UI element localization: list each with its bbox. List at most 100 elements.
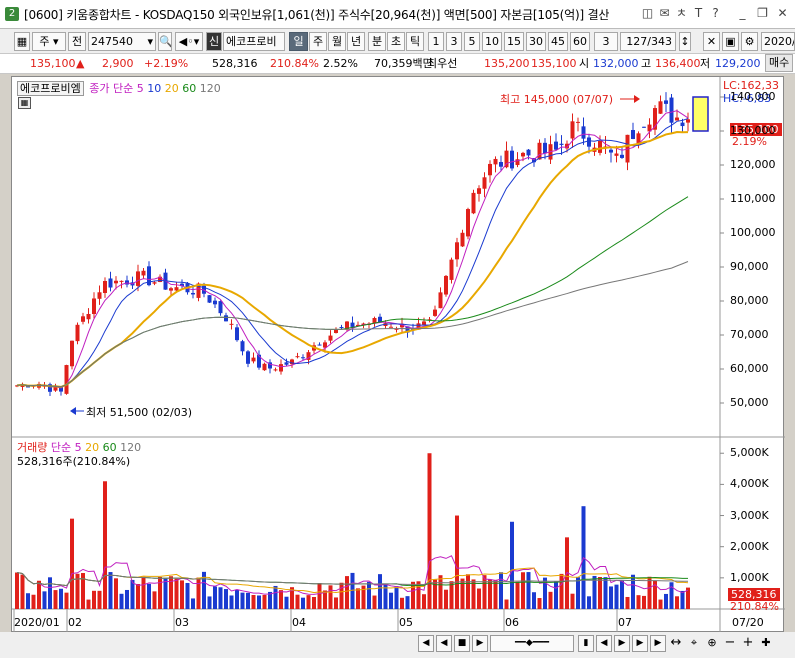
reset-icon[interactable]: ⌖ (686, 635, 702, 652)
maximize-button[interactable]: ❐ (755, 5, 770, 21)
legend-ma5: 5 (136, 82, 144, 95)
crosshair-icon[interactable]: ✕ (703, 32, 720, 51)
volume-bar (356, 588, 360, 609)
volume-bar (136, 583, 140, 609)
restore-layout-icon[interactable]: ◫ (640, 5, 655, 21)
scroll-last-button[interactable]: ▶ (632, 635, 648, 652)
side-button[interactable]: 전 (68, 32, 86, 51)
buy-button[interactable]: 매수 (765, 54, 794, 72)
help-icon[interactable]: ? (708, 5, 723, 21)
next-page-button[interactable]: ▶ (614, 635, 630, 652)
candle-body (301, 357, 305, 359)
legend-stock-name[interactable]: 에코프로비엠 (17, 81, 84, 96)
zoom-in-button[interactable]: + (740, 635, 756, 652)
volume-bar (521, 572, 525, 609)
price-change: 2,900 (102, 57, 134, 70)
candle-body (114, 280, 118, 284)
candle-body (664, 100, 668, 104)
text-icon[interactable]: T (691, 5, 706, 21)
chart-area[interactable]: 에코프로비엠 종가 단순 5 10 20 60 120 ▦ LC:162,33 … (11, 76, 785, 633)
candle-body (488, 163, 492, 176)
search-icon[interactable]: 🔍 (158, 32, 172, 51)
legend-ma120: 120 (199, 82, 221, 95)
period-year-tab[interactable]: 년 (347, 32, 365, 51)
grid-icon[interactable]: ▦ (18, 97, 31, 109)
volume-bar (609, 586, 613, 609)
scroll-end-button[interactable]: ▶ (650, 635, 666, 652)
window-fit-button[interactable]: ✚ (758, 635, 774, 652)
candle-body (207, 295, 212, 303)
min-30-button[interactable]: 30 (526, 32, 546, 51)
scroll-first-button[interactable]: ◀ (418, 635, 434, 652)
volume-bar (675, 596, 679, 609)
volume-bar (405, 596, 410, 609)
candle-body (620, 154, 624, 158)
volume-bar (328, 585, 333, 609)
min-3-button[interactable]: 3 (446, 32, 462, 51)
ask-price: 135,200 (484, 57, 530, 70)
y-tick-label: 60,000 (730, 362, 769, 375)
prev-page-button[interactable]: ◀ (596, 635, 612, 652)
min-15-button[interactable]: 15 (504, 32, 524, 51)
stop-button[interactable]: ■ (454, 635, 470, 652)
v-tick-label: 1,000K (730, 570, 769, 584)
volume-bar (499, 572, 503, 609)
candle-body (510, 150, 514, 169)
y-tick-label: 70,000 (730, 328, 769, 341)
candle-body (554, 141, 558, 150)
period-week-tab[interactable]: 주 (309, 32, 327, 51)
play-button[interactable]: ▶ (472, 635, 488, 652)
candle-body (119, 280, 124, 282)
period-tick-tab[interactable]: 틱 (406, 32, 424, 51)
stock-name-field[interactable]: 에코프로비 (223, 32, 285, 51)
min-60-button[interactable]: 60 (570, 32, 590, 51)
volume-bar (427, 453, 432, 609)
sound-icon[interactable]: ◀◦▾ (175, 32, 203, 51)
candle-body (240, 341, 245, 352)
volume-bar (334, 597, 338, 609)
spin-icon[interactable]: ↕ (679, 32, 691, 51)
volume-bar (680, 590, 685, 609)
min-custom-select[interactable]: 3 (594, 32, 618, 51)
y-tick-label: 120,000 (730, 158, 776, 171)
zoom-icon[interactable]: ⊕ (704, 635, 720, 652)
type-select[interactable]: 주 ▾ (32, 32, 66, 51)
y-tick-label: 90,000 (730, 260, 769, 273)
candle-body (669, 97, 674, 123)
volume-bar (488, 579, 492, 609)
mail-icon[interactable]: ✉ (657, 5, 672, 21)
candle-body (317, 344, 322, 346)
layout-icon[interactable]: ▦ (14, 32, 30, 51)
link-icon[interactable]: ㅊ (674, 5, 689, 21)
period-minute-tab[interactable]: 분 (368, 32, 386, 51)
volume-bar (317, 583, 322, 609)
title-bar: 2 [0600] 키움종합차트 - KOSDAQ150 외국인보유[1,061(… (0, 0, 795, 29)
bid-price: 135,100 (531, 57, 577, 70)
save-icon[interactable]: ▣ (722, 32, 739, 51)
code-input[interactable]: 247540 ▾ (88, 32, 156, 51)
min-45-button[interactable]: 45 (548, 32, 568, 51)
close-button[interactable]: ✕ (775, 5, 790, 21)
date-input[interactable]: 2020/ (761, 32, 795, 51)
candle-body (680, 122, 685, 127)
x-tick-end: 07/20 (732, 616, 764, 629)
period-day-tab[interactable]: 일 (289, 32, 308, 51)
period-month-tab[interactable]: 월 (328, 32, 346, 51)
min-10-button[interactable]: 10 (482, 32, 502, 51)
period-second-tab[interactable]: 초 (387, 32, 405, 51)
min-5-button[interactable]: 5 (464, 32, 480, 51)
volume-bar (251, 594, 256, 609)
count-field[interactable]: 127/343 (620, 32, 676, 51)
fit-button[interactable]: ▮ (578, 635, 594, 652)
pan-icon[interactable]: ↔ (668, 635, 684, 652)
scroll-slider[interactable]: ━━◆━━━ (490, 635, 574, 652)
settings-icon[interactable]: ⚙ (741, 32, 758, 51)
minimize-button[interactable]: _ (735, 5, 750, 21)
zoom-out-button[interactable]: − (722, 635, 738, 652)
open-label: 시 (579, 57, 590, 70)
min-1-button[interactable]: 1 (428, 32, 444, 51)
candle-body (64, 365, 69, 394)
scroll-prev-button[interactable]: ◀ (436, 635, 452, 652)
volume-bar (378, 574, 382, 609)
volume-bar (114, 578, 118, 609)
